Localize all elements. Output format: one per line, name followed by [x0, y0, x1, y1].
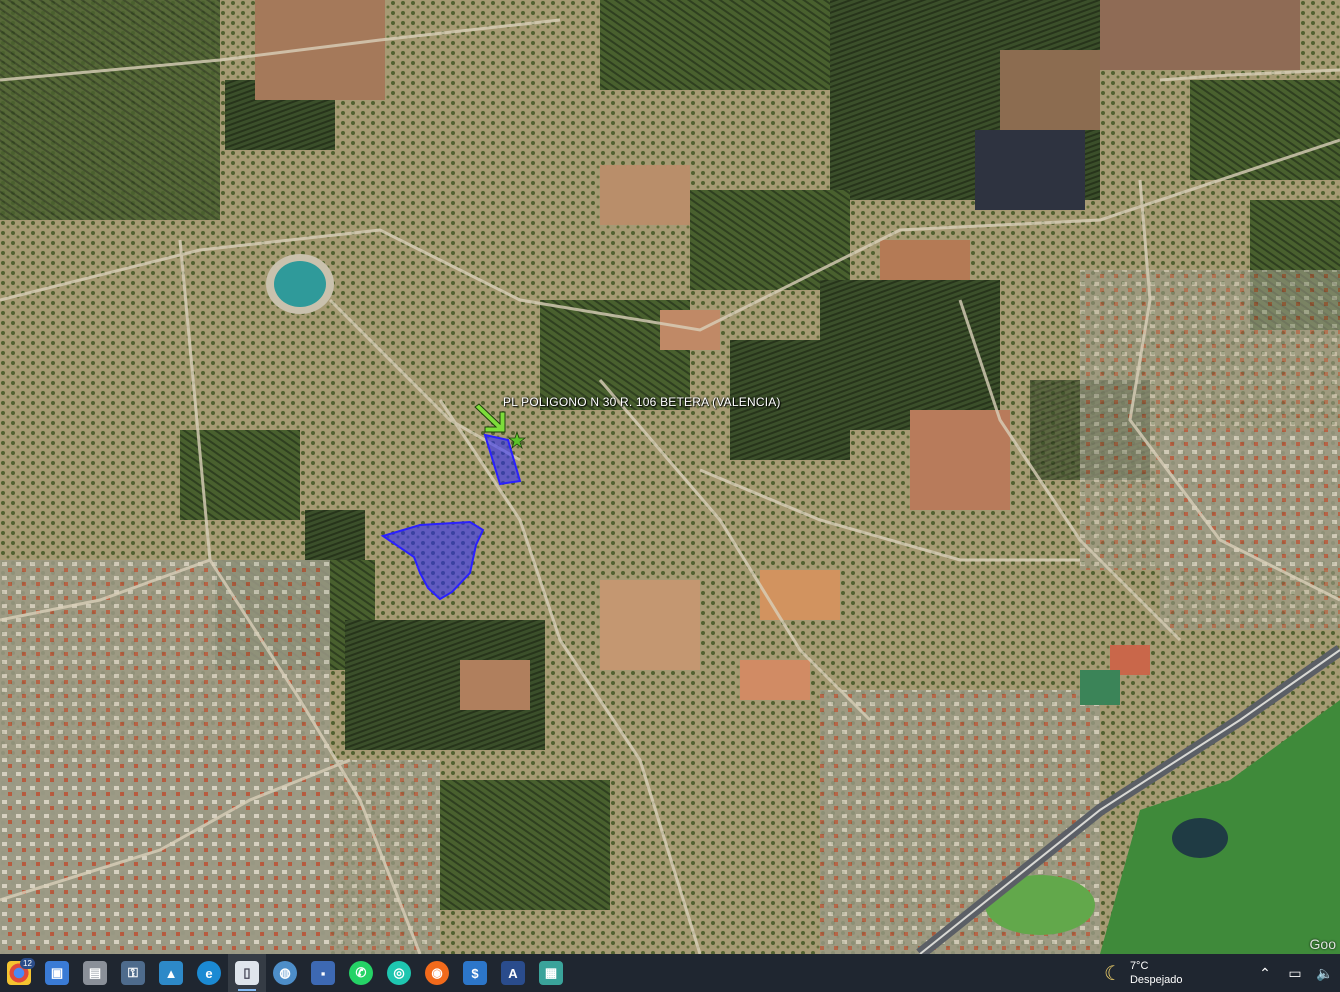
edge-icon[interactable]: e	[190, 954, 228, 992]
map-view[interactable]: PL POLIGONO N 30 R. 106 BETERA (VALENCIA…	[0, 0, 1340, 954]
lock-file-icon[interactable]: ⚿	[114, 954, 152, 992]
apex-icon[interactable]: A	[494, 954, 532, 992]
google-earth-icon[interactable]: ◍	[266, 954, 304, 992]
print-icon[interactable]: ▤	[76, 954, 114, 992]
volume-icon[interactable]: 🔈	[1310, 965, 1340, 982]
save-icon[interactable]: ▪	[304, 954, 342, 992]
firefox-icon[interactable]: ◉	[418, 954, 456, 992]
chevron-up-icon[interactable]: ⌃	[1250, 965, 1280, 982]
weather-widget[interactable]: ☾ 7°C Despejado	[1104, 954, 1183, 992]
photos-icon[interactable]: ▣	[38, 954, 76, 992]
moon-icon: ☾	[1104, 962, 1122, 985]
notification-badge: 12	[20, 958, 35, 969]
satellite-image	[0, 0, 1340, 954]
whatsapp-icon[interactable]: ✆	[342, 954, 380, 992]
chrome-icon[interactable]: 12	[0, 954, 38, 992]
weather-desc: Despejado	[1129, 974, 1183, 986]
weather-temp: 7°C	[1129, 960, 1149, 972]
dollar-app-icon[interactable]: $	[456, 954, 494, 992]
swirl-app-icon[interactable]: ◎	[380, 954, 418, 992]
map-attribution: Goo	[1309, 936, 1336, 952]
system-tray: ⌃ ▭ 🔈	[1250, 954, 1340, 992]
file-icon[interactable]: ▯	[228, 954, 266, 992]
network-icon[interactable]: ▭	[1280, 965, 1310, 982]
gallery-icon[interactable]: ▲	[152, 954, 190, 992]
placemark-label[interactable]: PL POLIGONO N 30 R. 106 BETERA (VALENCIA…	[503, 395, 781, 409]
monitor-app-icon[interactable]: ▦	[532, 954, 570, 992]
